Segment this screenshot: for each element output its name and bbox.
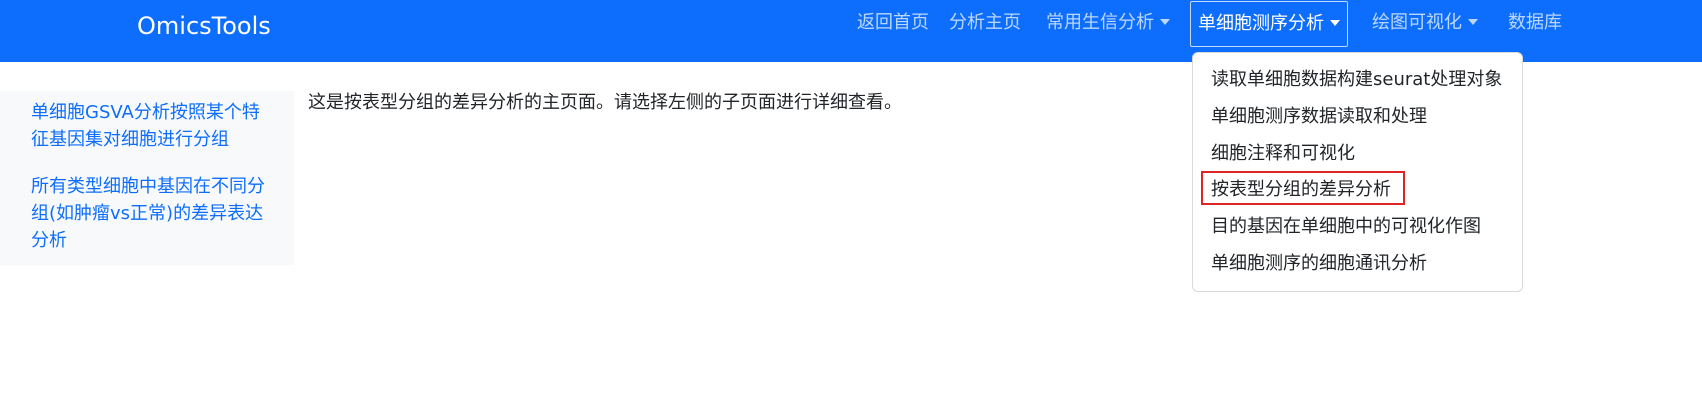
nav-database-dropdown[interactable]: 数据库 — [1500, 6, 1570, 40]
nav-plot-visualization-label: 绘图可视化 — [1372, 12, 1462, 33]
dropdown-item-cell-annotation[interactable]: 细胞注释和可视化 — [1211, 139, 1355, 169]
chevron-down-icon — [1330, 20, 1340, 26]
nav-common-bioinfo-label: 常用生信分析 — [1046, 12, 1154, 33]
nav-plot-visualization-dropdown[interactable]: 绘图可视化 — [1364, 6, 1486, 40]
dropdown-item-seurat-object[interactable]: 读取单细胞数据构建seurat处理对象 — [1211, 65, 1502, 95]
nav-single-cell-label: 单细胞测序分析 — [1198, 13, 1324, 34]
nav-analysis-home-label: 分析主页 — [949, 12, 1021, 33]
chevron-down-icon — [1468, 19, 1478, 25]
sidebar-link-gsva-grouping[interactable]: 单细胞GSVA分析按照某个特征基因集对细胞进行分组 — [31, 99, 271, 153]
dropdown-item-phenotype-differential[interactable]: 按表型分组的差异分析 — [1211, 175, 1391, 205]
sidebar-link-differential-expression[interactable]: 所有类型细胞中基因在不同分组(如肿瘤vs正常)的差异表达分析 — [31, 173, 271, 254]
nav-common-bioinfo-dropdown[interactable]: 常用生信分析 — [1038, 6, 1178, 40]
single-cell-dropdown-menu: 读取单细胞数据构建seurat处理对象 单细胞测序数据读取和处理 细胞注释和可视… — [1192, 52, 1523, 292]
brand-logo-link[interactable]: OmicsTools — [137, 10, 271, 42]
nav-single-cell-dropdown[interactable]: 单细胞测序分析 — [1190, 1, 1348, 47]
page-description: 这是按表型分组的差异分析的主页面。请选择左侧的子页面进行详细查看。 — [308, 92, 902, 113]
nav-home[interactable]: 返回首页 — [849, 6, 937, 40]
nav-analysis-home[interactable]: 分析主页 — [941, 6, 1029, 40]
sidebar: 单细胞GSVA分析按照某个特征基因集对细胞进行分组 所有类型细胞中基因在不同分组… — [0, 91, 294, 265]
chevron-down-icon — [1160, 19, 1170, 25]
dropdown-item-gene-visualization[interactable]: 目的基因在单细胞中的可视化作图 — [1211, 212, 1481, 242]
dropdown-item-data-processing[interactable]: 单细胞测序数据读取和处理 — [1211, 102, 1427, 132]
dropdown-item-cell-communication[interactable]: 单细胞测序的细胞通讯分析 — [1211, 249, 1427, 279]
nav-home-label: 返回首页 — [857, 12, 929, 33]
nav-database-label: 数据库 — [1508, 12, 1562, 33]
